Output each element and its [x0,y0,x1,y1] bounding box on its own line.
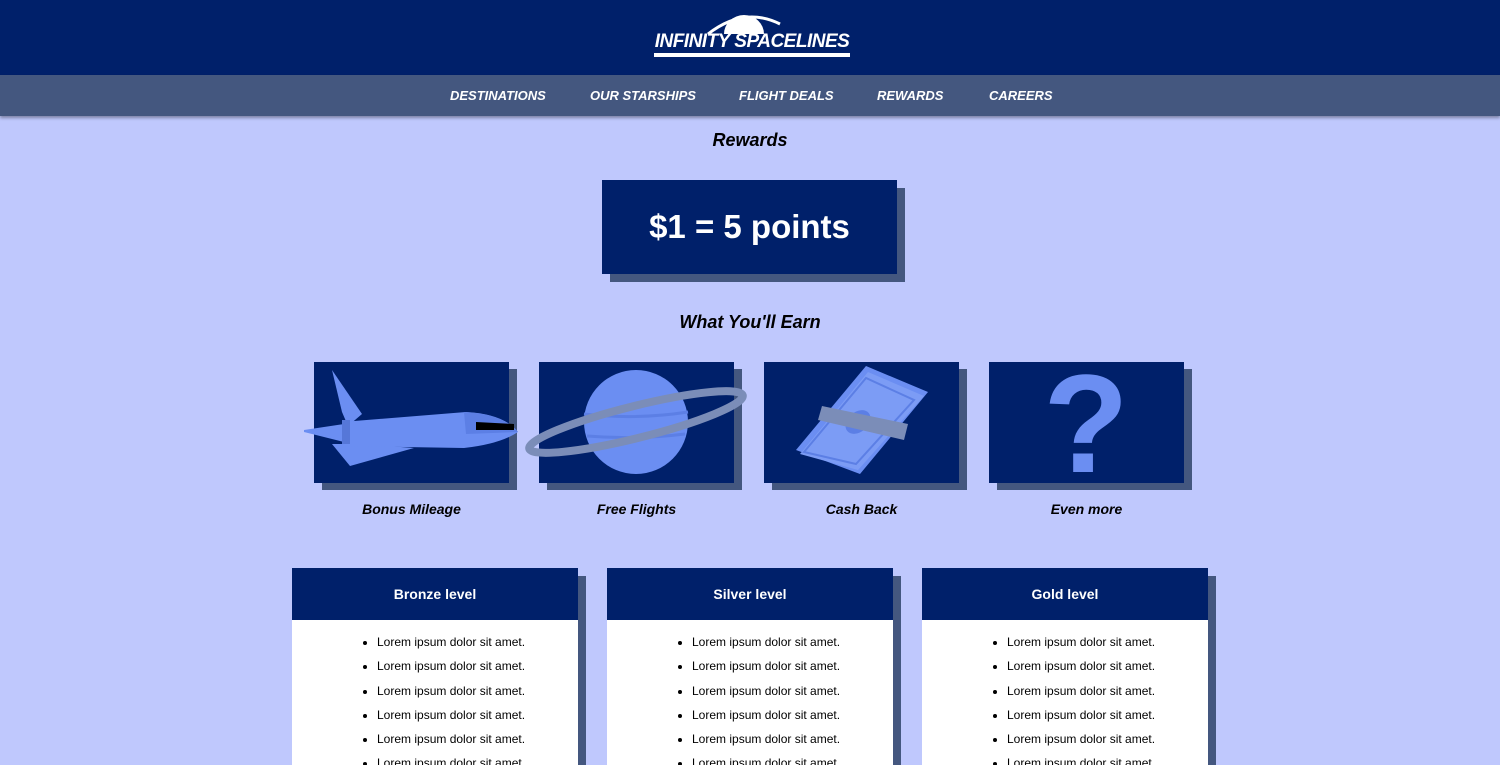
list-item: Lorem ipsum dolor sit amet. [1007,751,1208,765]
list-item: Lorem ipsum dolor sit amet. [692,703,893,727]
earn-label-even-more: Even more [1050,501,1123,517]
logo-text: INFINITY SPACELINES [654,31,850,52]
gold-benefits-list: Lorem ipsum dolor sit amet. Lorem ipsum … [922,620,1208,765]
main-nav: DESTINATIONS OUR STARSHIPS FLIGHT DEALS … [0,75,1500,116]
nav-our-starships[interactable]: OUR STARSHIPS [590,88,696,103]
points-rate-box: $1 = 5 points [602,180,897,274]
gold-level-card: Gold level Lorem ipsum dolor sit amet. L… [922,568,1208,765]
list-item: Lorem ipsum dolor sit amet. [377,630,578,654]
spaceship-icon [304,370,518,466]
cash-stack-icon [796,366,928,474]
top-header: INFINITY SPACELINES [0,0,1500,75]
list-item: Lorem ipsum dolor sit amet. [692,679,893,703]
question-mark-icon: ? [1043,345,1129,502]
list-item: Lorem ipsum dolor sit amet. [377,654,578,678]
list-item: Lorem ipsum dolor sit amet. [1007,703,1208,727]
list-item: Lorem ipsum dolor sit amet. [692,654,893,678]
earn-card-cash-back[interactable] [764,362,959,483]
nav-rewards[interactable]: REWARDS [877,88,943,103]
list-item: Lorem ipsum dolor sit amet. [692,751,893,765]
nav-flight-deals[interactable]: FLIGHT DEALS [739,88,834,103]
bronze-benefits-list: Lorem ipsum dolor sit amet. Lorem ipsum … [292,620,578,765]
bronze-level-card: Bronze level Lorem ipsum dolor sit amet.… [292,568,578,765]
nav-destinations[interactable]: DESTINATIONS [450,88,546,103]
earn-card-bonus-mileage[interactable] [304,362,518,483]
planet-icon [525,370,747,474]
list-item: Lorem ipsum dolor sit amet. [377,679,578,703]
earn-card-free-flights[interactable] [525,362,747,483]
earn-label-cash-back: Cash Back [825,501,898,517]
bronze-level-title: Bronze level [292,568,578,620]
silver-benefits-list: Lorem ipsum dolor sit amet. Lorem ipsum … [607,620,893,765]
earn-section-title: What You'll Earn [679,312,821,332]
list-item: Lorem ipsum dolor sit amet. [377,727,578,751]
list-item: Lorem ipsum dolor sit amet. [692,630,893,654]
list-item: Lorem ipsum dolor sit amet. [1007,630,1208,654]
page-title: Rewards [712,130,788,150]
silver-level-title: Silver level [607,568,893,620]
earn-card-even-more[interactable]: ? [989,345,1184,502]
list-item: Lorem ipsum dolor sit amet. [1007,654,1208,678]
list-item: Lorem ipsum dolor sit amet. [377,703,578,727]
nav-careers[interactable]: CAREERS [989,88,1053,103]
earn-label-bonus-mileage: Bonus Mileage [362,501,461,517]
site-logo[interactable]: INFINITY SPACELINES [652,12,852,60]
list-item: Lorem ipsum dolor sit amet. [1007,727,1208,751]
silver-level-card: Silver level Lorem ipsum dolor sit amet.… [607,568,893,765]
list-item: Lorem ipsum dolor sit amet. [1007,679,1208,703]
gold-level-title: Gold level [922,568,1208,620]
list-item: Lorem ipsum dolor sit amet. [377,751,578,765]
earn-label-free-flights: Free Flights [596,501,677,517]
list-item: Lorem ipsum dolor sit amet. [692,727,893,751]
svg-text:?: ? [1043,345,1129,502]
